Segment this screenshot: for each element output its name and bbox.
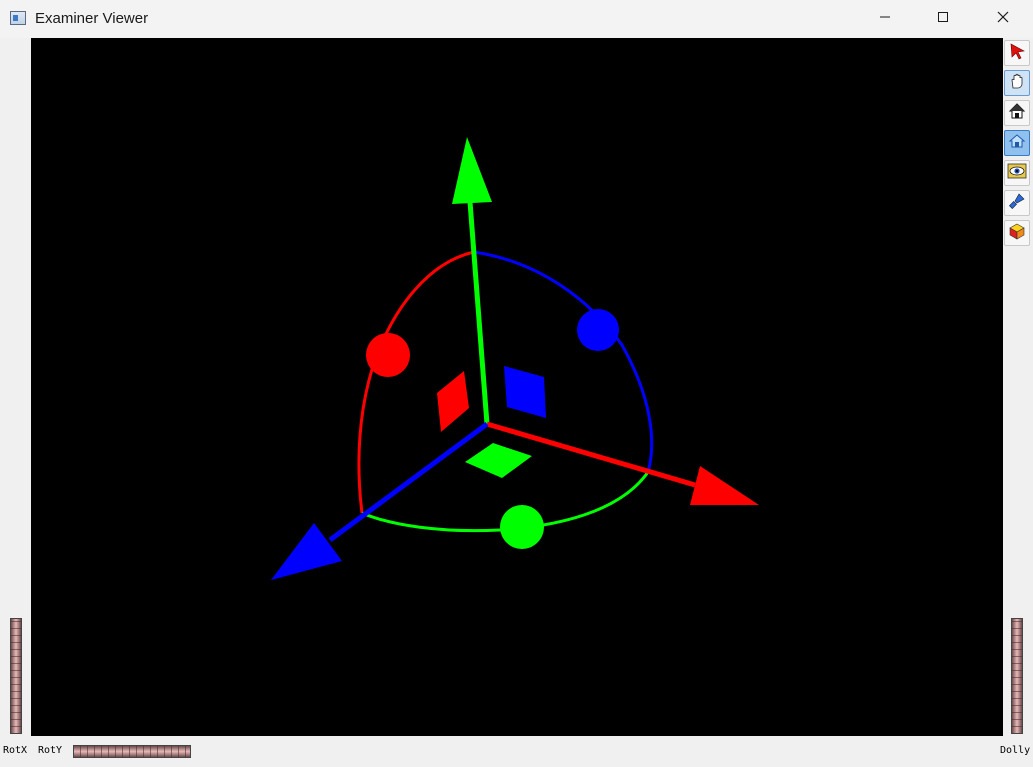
- z-axis-arrowhead[interactable]: [271, 523, 342, 580]
- house-icon: [1008, 102, 1026, 125]
- close-button[interactable]: [980, 0, 1026, 38]
- x-axis-arrowhead[interactable]: [690, 466, 759, 505]
- flashlight-icon: [1008, 192, 1026, 215]
- roty-label: RotY: [38, 745, 63, 756]
- projection-button[interactable]: [1004, 220, 1030, 246]
- roty-wheel[interactable]: [73, 745, 191, 758]
- 3d-viewport[interactable]: [31, 38, 1003, 736]
- hand-icon: [1008, 72, 1026, 95]
- cube-icon: [1008, 222, 1026, 245]
- eye-icon: [1007, 162, 1027, 185]
- seek-button[interactable]: [1004, 190, 1030, 216]
- window-title: Examiner Viewer: [35, 10, 149, 27]
- red-sphere-handle[interactable]: [366, 333, 410, 377]
- green-sphere-handle[interactable]: [500, 505, 544, 549]
- blue-rotation-arc: [473, 250, 654, 473]
- blue-sphere-handle[interactable]: [577, 309, 619, 351]
- minimize-button[interactable]: [862, 0, 908, 38]
- dragger-scene: [271, 137, 759, 580]
- blue-house-icon: [1008, 132, 1026, 155]
- y-axis-arrowhead[interactable]: [452, 137, 492, 204]
- maximize-icon: [937, 10, 949, 28]
- xy-plane-handle[interactable]: [504, 366, 546, 418]
- xz-plane-handle[interactable]: [465, 443, 532, 478]
- rotx-wheel[interactable]: [10, 618, 22, 734]
- title-bar: Examiner Viewer: [0, 0, 1033, 38]
- red-arrow-pointer-icon: [1008, 42, 1026, 65]
- set-home-button[interactable]: [1004, 130, 1030, 156]
- view-hand-button[interactable]: [1004, 70, 1030, 96]
- y-axis-line: [467, 201, 490, 425]
- select-arrow-button[interactable]: [1004, 40, 1030, 66]
- view-all-button[interactable]: [1004, 160, 1030, 186]
- z-axis-line: [328, 421, 489, 543]
- maximize-button[interactable]: [920, 0, 966, 38]
- rotx-label: RotX: [3, 745, 28, 756]
- minimize-icon: [879, 10, 891, 28]
- app-window-icon: [10, 11, 26, 25]
- yz-plane-handle[interactable]: [437, 371, 469, 432]
- dolly-label: Dolly: [1000, 745, 1031, 756]
- close-icon: [997, 10, 1009, 28]
- home-button[interactable]: [1004, 100, 1030, 126]
- dolly-wheel[interactable]: [1011, 618, 1023, 734]
